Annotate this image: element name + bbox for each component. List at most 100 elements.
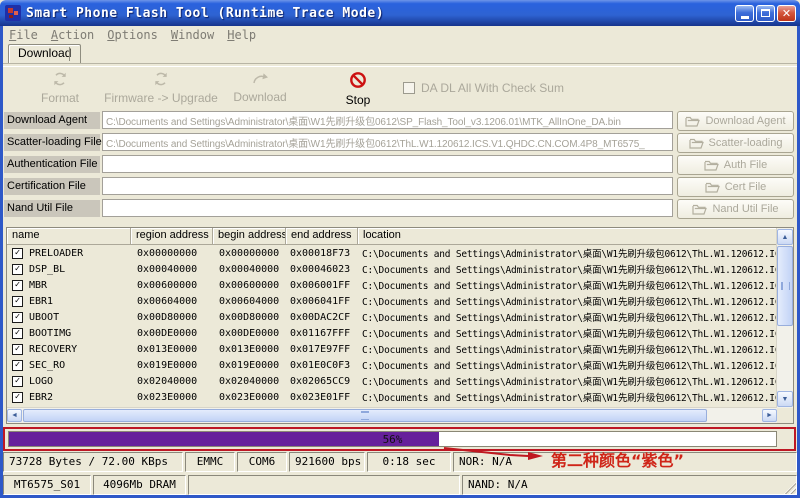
browse-button[interactable]: Nand Util File [677,199,794,219]
status2-cell-0: MT6575_S01 [3,475,91,495]
firmware-upgrade-icon [153,71,169,87]
table-row[interactable]: ✓RECOVERY0x013E00000x013E00000x017E97FFC… [7,341,777,357]
column-header-begin-address[interactable]: begin address [213,228,286,245]
table-header: nameregion addressbegin addressend addre… [7,228,777,245]
browse-button-label: Cert File [725,181,767,193]
open-folder-icon [689,138,704,149]
format-button[interactable]: Format [20,71,100,105]
browse-button[interactable]: Scatter-loading [677,133,794,153]
partition-name: EBR1 [29,296,53,307]
browse-button[interactable]: Cert File [677,177,794,197]
progress-percent: 56% [9,432,776,447]
maximize-icon [761,9,770,17]
partition-table: nameregion addressbegin addressend addre… [6,227,794,424]
status1-cell-4: 0:18 sec [367,452,451,472]
region-cell: 0x00604000 [131,296,213,307]
scroll-down-button[interactable]: ▼ [777,391,793,407]
vertical-scroll-thumb[interactable] [777,246,793,326]
browse-button-label: Scatter-loading [709,137,783,149]
maximize-button[interactable] [756,5,775,22]
app-window: Smart Phone Flash Tool (Runtime Trace Mo… [0,0,800,498]
partition-name-cell: ✓ RECOVERY [7,344,131,355]
table-row[interactable]: ✓SEC_RO0x019E00000x019E00000x01E0C0F3C:\… [7,357,777,373]
column-header-name[interactable]: name [7,228,131,245]
row-checkbox[interactable]: ✓ [12,392,23,403]
begin-cell: 0x00600000 [213,280,286,291]
row-checkbox[interactable]: ✓ [12,360,23,371]
menu-item-help[interactable]: Help [227,28,256,42]
tab-download[interactable]: Download [8,44,81,63]
table-row[interactable]: ✓EBR20x023E00000x023E00000x023E01FFC:\Do… [7,389,777,405]
browse-button-label: Download Agent [705,115,785,127]
minimize-button[interactable] [735,5,754,22]
partition-name-cell: ✓LOGO [7,376,131,387]
column-header-end-address[interactable]: end address [286,228,358,245]
flash-progress-bar: 56% [8,431,777,447]
table-row[interactable]: ✓MBR0x006000000x006000000x006001FFC:\Doc… [7,277,777,293]
file-path-input[interactable] [102,155,673,173]
partition-name-cell: ✓BOOTIMG [7,328,131,339]
scroll-left-button[interactable]: ◄ [7,409,22,422]
partition-name-cell: ✓EBR2 [7,392,131,403]
row-checkbox[interactable]: ✓ [12,296,23,307]
field-label: Certification File [4,178,100,195]
close-button[interactable]: ✕ [777,5,796,22]
tab-divider [69,47,70,61]
location-cell: C:\Documents and Settings\Administrator\… [358,358,777,372]
browse-button[interactable]: Auth File [677,155,794,175]
location-cell: C:\Documents and Settings\Administrator\… [358,294,777,308]
file-path-input[interactable] [102,111,673,129]
partition-name-cell: ✓SEC_RO [7,360,131,371]
checkbox-icon [403,82,415,94]
open-folder-icon [692,204,707,215]
table-row[interactable]: ✓PRELOADER0x000000000x000000000x00018F73… [7,245,777,261]
download-button[interactable]: Download [218,71,302,104]
location-cell: C:\Documents and Settings\Administrator\… [358,390,777,404]
table-row[interactable]: ✓BOOTIMG0x00DE00000x00DE00000x01167FFFC:… [7,325,777,341]
title-bar: Smart Phone Flash Tool (Runtime Trace Mo… [0,0,800,26]
menu-bar: File Action Options Window Help [3,26,797,44]
menu-item-window[interactable]: Window [171,28,214,42]
end-cell: 0x01167FFF [286,328,358,339]
vertical-scrollbar[interactable]: ▲ ▼ [776,228,793,408]
da-dl-checksum-checkbox[interactable]: DA DL All With Check Sum [403,81,564,95]
row-checkbox[interactable]: ✓ [12,248,23,259]
file-path-input[interactable] [102,133,673,151]
scrollbar-corner [777,408,793,423]
menu-item-action[interactable]: Action [51,28,94,42]
table-row[interactable]: ✓UBOOT0x00D800000x00D800000x00DAC2CFC:\D… [7,309,777,325]
column-header-location[interactable]: location [358,228,777,245]
horizontal-scrollbar[interactable]: ◄ ► [7,407,777,423]
scroll-right-button[interactable]: ► [762,409,777,422]
status-bar-row2: MT6575_S014096Mb DRAMNAND: N/A [3,475,797,495]
table-row[interactable]: ✓DSP_BL0x000400000x000400000x00046023C:\… [7,261,777,277]
row-checkbox[interactable]: ✓ [12,264,23,275]
row-checkbox[interactable]: ✓ [12,280,23,291]
field-label: Scatter-loading File [4,134,100,151]
open-folder-icon [704,160,719,171]
row-checkbox[interactable]: ✓ [12,312,23,323]
table-row[interactable]: ✓LOGO0x020400000x020400000x02065CC9C:\Do… [7,373,777,389]
menu-item-options[interactable]: Options [107,28,158,42]
partition-name: RECOVERY [29,344,77,355]
file-path-input[interactable] [102,199,673,217]
menu-item-file[interactable]: File [9,28,38,42]
table-row[interactable]: ✓EBR10x006040000x006040000x006041FFC:\Do… [7,293,777,309]
browse-button[interactable]: Download Agent [677,111,794,131]
format-label: Format [41,91,79,105]
firmware-upgrade-button[interactable]: Firmware -> Upgrade [109,71,213,105]
horizontal-scroll-thumb[interactable] [23,409,707,422]
column-header-region-address[interactable]: region address [131,228,213,245]
row-checkbox[interactable]: ✓ [12,376,23,387]
end-cell: 0x017E97FF [286,344,358,355]
stop-icon [349,71,367,89]
stop-label: Stop [346,93,371,107]
row-checkbox[interactable]: ✓ [12,328,23,339]
scroll-up-button[interactable]: ▲ [777,229,793,245]
file-path-input[interactable] [102,177,673,195]
stop-button[interactable]: Stop [326,71,390,107]
row-checkbox[interactable]: ✓ [12,344,23,355]
region-cell: 0x00040000 [131,264,213,275]
partition-name-cell: ✓DSP_BL [7,264,131,275]
browse-button-label: Nand Util File [712,203,778,215]
